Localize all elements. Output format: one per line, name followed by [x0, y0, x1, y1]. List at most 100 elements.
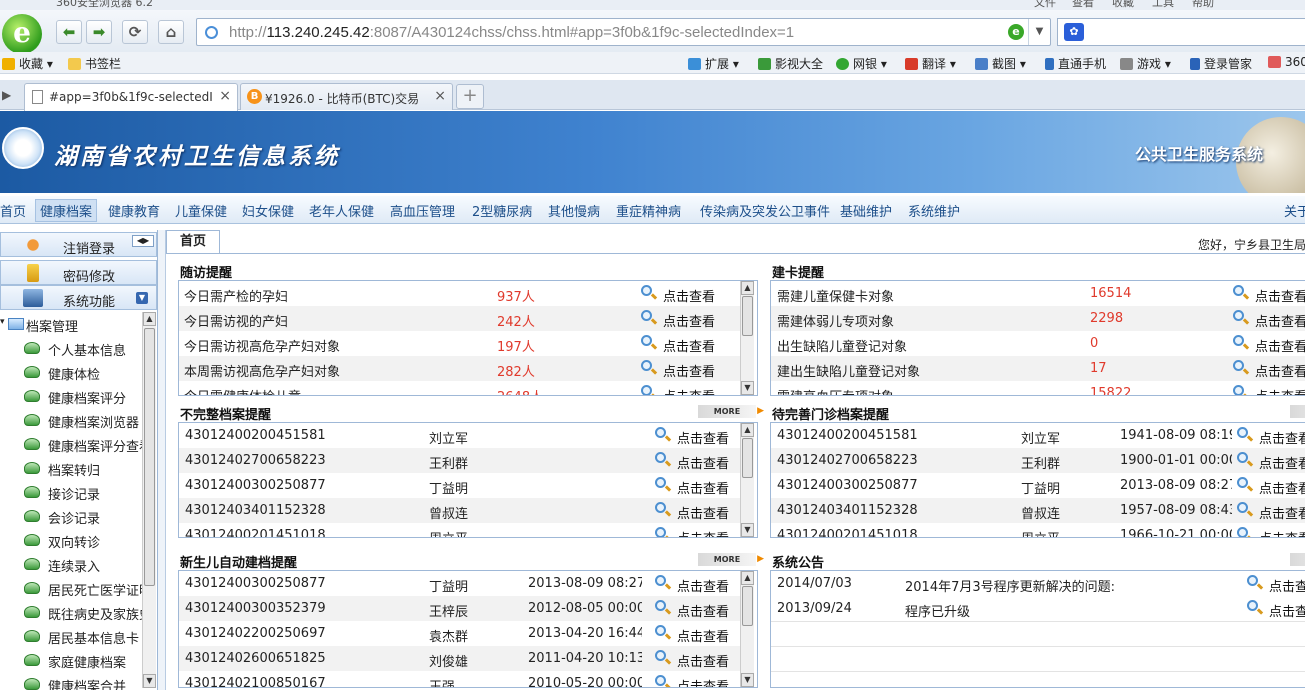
magnifier-icon[interactable] [1237, 427, 1254, 442]
scroll-down-icon[interactable]: ▼ [741, 523, 754, 537]
view-link[interactable]: 点击查看 [1255, 286, 1305, 305]
list-item[interactable]: 今日需产检的孕妇 937人 点击查看 [179, 281, 741, 306]
scroll-thumb[interactable] [742, 438, 753, 478]
magnifier-icon[interactable] [655, 575, 672, 590]
view-link[interactable]: 点击查看 [1259, 453, 1305, 472]
scroll-down-icon[interactable]: ▼ [741, 381, 754, 395]
view-link[interactable]: 点击查看 [1255, 336, 1305, 355]
followup-scrollbar[interactable]: ▲ ▼ [740, 281, 754, 395]
table-row[interactable]: 43012402200250697 袁杰群 2013-04-20 16:44 点击查看 [179, 621, 741, 646]
close-tab-icon[interactable]: × [219, 88, 231, 104]
view-link[interactable]: 点击查看 [677, 503, 729, 522]
outpatient-more-button[interactable]: MORE [1290, 405, 1305, 418]
magnifier-icon[interactable] [1237, 452, 1254, 467]
menu-chronic[interactable]: 其他慢病 [548, 201, 600, 220]
forward-button[interactable]: ➡ [86, 20, 112, 44]
sidebar-toggle-icon[interactable]: ▶ [2, 88, 11, 102]
list-item[interactable]: 今日需健康体检儿童 2648人 点击查看 [179, 381, 741, 395]
scroll-up-icon[interactable]: ▲ [143, 312, 156, 326]
magnifier-icon[interactable] [655, 477, 672, 492]
list-item[interactable]: 需建体弱儿专项对象 2298 点击查看 [771, 306, 1305, 331]
search-box[interactable]: ✿ [1057, 18, 1305, 46]
notice-more-button[interactable]: MORE [1290, 553, 1305, 566]
view-link[interactable]: 点击查看 [677, 528, 729, 537]
notice-item[interactable]: 2014/07/03 2014年7月3号程序更新解决的问题: 点击查看 [771, 571, 1305, 596]
menu-women-care[interactable]: 妇女保健 [242, 201, 294, 220]
menu-tools[interactable]: 工具 [1152, 0, 1174, 10]
view-link[interactable]: 点击查看 [1255, 361, 1305, 380]
tab-home[interactable]: 首页 [166, 230, 220, 254]
view-link[interactable]: 点击查看 [677, 676, 729, 687]
view-link[interactable]: 点击查看 [677, 601, 729, 620]
view-link[interactable]: 点击查看 [1255, 386, 1305, 395]
magnifier-icon[interactable] [1233, 360, 1250, 375]
magnifier-icon[interactable] [641, 385, 658, 395]
menu-view[interactable]: 查看 [1072, 0, 1094, 10]
view-link[interactable]: 点击查看 [677, 576, 729, 595]
tree-expand-icon[interactable]: ▾ [0, 317, 5, 327]
list-item[interactable]: 本周需访视高危孕产妇对象 282人 点击查看 [179, 356, 741, 381]
menu-child-care[interactable]: 儿童保健 [175, 201, 227, 220]
magnifier-icon[interactable] [1233, 310, 1250, 325]
bookmark-folder[interactable]: 书签栏 [68, 55, 121, 72]
view-link[interactable]: 点击查看 [663, 386, 715, 395]
magnifier-icon[interactable] [655, 452, 672, 467]
collapse-sidebar-icon[interactable]: ◀▶ [132, 235, 154, 247]
magnifier-icon[interactable] [1247, 575, 1264, 590]
magnifier-icon[interactable] [641, 360, 658, 375]
logout-button[interactable]: 注销登录 ◀▶ [0, 232, 157, 257]
toolbar-screenshot[interactable]: 截图 ▾ [975, 55, 1026, 72]
change-password-button[interactable]: 密码修改 [0, 260, 157, 285]
favorites-button[interactable]: 收藏 ▾ [2, 55, 53, 72]
toolbar-games[interactable]: 游戏 ▾ [1120, 55, 1171, 72]
magnifier-icon[interactable] [1237, 502, 1254, 517]
magnifier-icon[interactable] [1233, 385, 1250, 395]
toolbar-360[interactable]: 360 [1268, 55, 1305, 69]
menu-about[interactable]: 关于 [1284, 201, 1305, 220]
scroll-thumb[interactable] [742, 296, 753, 336]
list-item[interactable]: 需建高血压专项对象 15822 点击查看 [771, 381, 1305, 395]
ie-mode-icon[interactable]: e [1008, 24, 1024, 40]
back-button[interactable]: ⬅ [56, 20, 82, 44]
table-row[interactable]: 43012402100850167 王强 2010-05-20 00:00 点击查看 [179, 671, 741, 687]
scroll-thumb[interactable] [144, 328, 155, 586]
table-row[interactable]: 43012402700658223 王利群 1900-01-01 00:00 点击查看 [771, 448, 1305, 473]
view-link[interactable]: 点击查看 [663, 361, 715, 380]
home-button[interactable]: ⌂ [158, 20, 184, 44]
address-dropdown-icon[interactable]: ▼ [1028, 19, 1050, 45]
magnifier-icon[interactable] [1247, 600, 1264, 615]
menu-favorites[interactable]: 收藏 [1112, 0, 1134, 10]
menu-system-maintenance[interactable]: 系统维护 [908, 201, 960, 220]
view-link[interactable]: 点击查看 [677, 453, 729, 472]
menu-psychiatric[interactable]: 重症精神病 [616, 201, 681, 220]
newborn-scrollbar[interactable]: ▲ ▼ [740, 571, 754, 687]
view-link[interactable]: 点击查看 [1255, 311, 1305, 330]
scroll-thumb[interactable] [742, 586, 753, 626]
chevron-down-icon[interactable]: ▼ [136, 292, 148, 304]
menu-file[interactable]: 文件 [1034, 0, 1056, 10]
toolbar-login-manager[interactable]: 登录管家 [1190, 55, 1252, 72]
view-link[interactable]: 点击查看 [677, 428, 729, 447]
new-tab-button[interactable]: + [456, 84, 484, 109]
table-row[interactable]: 43012403401152328 曾叔连 1957-08-09 08:43 点击查看 [771, 498, 1305, 523]
list-item[interactable]: 今日需访视的产妇 242人 点击查看 [179, 306, 741, 331]
view-link[interactable]: 点击查看 [1259, 428, 1305, 447]
scroll-up-icon[interactable]: ▲ [741, 571, 754, 585]
magnifier-icon[interactable] [655, 427, 672, 442]
refresh-button[interactable]: ⟳ [122, 20, 148, 44]
magnifier-icon[interactable] [655, 625, 672, 640]
view-link[interactable]: 点击查看 [663, 336, 715, 355]
tab-active[interactable]: #app=3f0b&1f9c-selectedIn × [24, 83, 238, 111]
magnifier-icon[interactable] [1233, 285, 1250, 300]
table-row[interactable]: 43012400200451581 刘立军 点击查看 [179, 423, 741, 448]
magnifier-icon[interactable] [1237, 477, 1254, 492]
address-url[interactable]: http://113.240.245.42:8087/A430124chss/c… [229, 24, 794, 41]
table-row[interactable]: 43012403401152328 曾叔连 点击查看 [179, 498, 741, 523]
table-row[interactable]: 43012400201451018 周立平 点击查看 [179, 523, 741, 537]
tab-bitcoin[interactable]: B ¥1926.0 - 比特币(BTC)交易 × [240, 83, 453, 110]
incomplete-scrollbar[interactable]: ▲ ▼ [740, 423, 754, 537]
view-link[interactable]: 点击查看 [663, 311, 715, 330]
toolbar-phone[interactable]: 直通手机 [1045, 55, 1106, 72]
view-link[interactable]: 点击查看 [1259, 528, 1305, 537]
table-row[interactable]: 43012402700658223 王利群 点击查看 [179, 448, 741, 473]
